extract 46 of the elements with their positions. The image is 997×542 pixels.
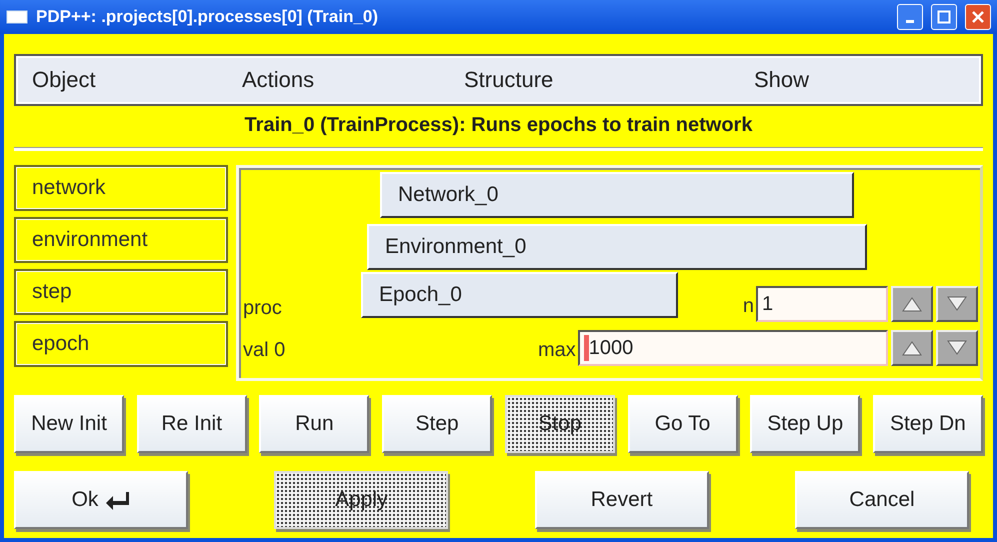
maximize-icon xyxy=(937,10,951,24)
down-arrow-icon xyxy=(946,295,968,313)
menu-item[interactable]: Actions xyxy=(242,67,464,93)
action-button[interactable]: Step xyxy=(382,395,492,453)
field-label: proc xyxy=(243,297,283,320)
field-label: val 0 xyxy=(243,339,286,362)
action-button[interactable]: Re Init xyxy=(136,395,247,453)
action-button[interactable]: Go To xyxy=(628,395,738,453)
window-icon xyxy=(6,10,28,24)
field-label: network xyxy=(14,165,228,211)
menu-item[interactable]: Structure xyxy=(464,67,754,93)
minimize-icon xyxy=(906,20,914,23)
maximize-button[interactable] xyxy=(931,4,957,30)
environment-selector[interactable]: Environment_0 xyxy=(367,224,867,270)
text-caret xyxy=(584,335,589,361)
enter-icon xyxy=(104,490,130,510)
down-arrow-icon xyxy=(946,339,968,357)
action-button[interactable]: Step Up xyxy=(750,395,860,453)
minimize-button[interactable] xyxy=(897,4,923,30)
action-button[interactable]: Step Dn xyxy=(872,395,983,453)
decrement-button[interactable] xyxy=(936,286,978,322)
field-label: epoch xyxy=(14,321,228,367)
up-arrow-icon xyxy=(901,339,923,357)
process-description: Train_0 (TrainProcess): Runs epochs to train network xyxy=(244,114,754,137)
up-arrow-icon xyxy=(901,295,923,313)
network-selector[interactable]: Network_0 xyxy=(380,172,854,218)
field-label: step xyxy=(14,269,228,315)
dialog-button[interactable]: Revert xyxy=(534,471,709,529)
process-selector[interactable]: Epoch_0 xyxy=(361,272,678,318)
close-icon xyxy=(971,10,985,24)
increment-button[interactable] xyxy=(891,330,933,366)
close-button[interactable] xyxy=(965,4,991,30)
menu-item[interactable]: Object xyxy=(32,67,242,93)
dialog-button[interactable]: Ok xyxy=(14,471,188,529)
input-field[interactable]: 1000 xyxy=(578,330,888,366)
decrement-button[interactable] xyxy=(936,330,978,366)
field-label: environment xyxy=(14,217,228,263)
action-button[interactable]: Run xyxy=(259,395,370,453)
increment-button[interactable] xyxy=(891,286,933,322)
menu-item[interactable]: Show xyxy=(754,67,954,93)
field-label: max xyxy=(538,339,576,362)
input-field[interactable]: 1 xyxy=(756,286,888,322)
field-label: n xyxy=(742,295,754,318)
dialog-button[interactable]: Cancel xyxy=(794,471,969,529)
action-button[interactable]: New Init xyxy=(14,395,124,453)
window-title: PDP++: .projects[0].processes[0] (Train_0) xyxy=(36,7,380,27)
